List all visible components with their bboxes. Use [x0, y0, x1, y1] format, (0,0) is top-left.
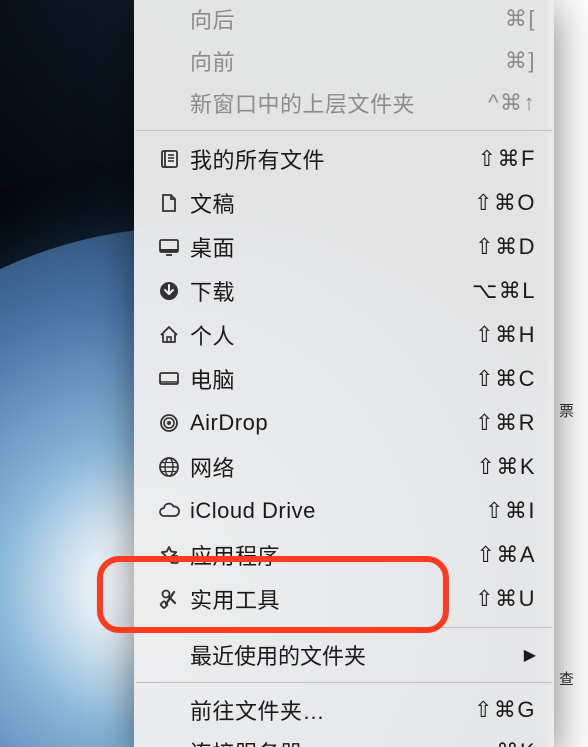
- menu-item-label: 应用程序: [182, 539, 476, 571]
- home-icon: [156, 322, 182, 348]
- menu-all-files[interactable]: 我的所有文件⇧⌘F: [134, 137, 554, 181]
- menu-applications[interactable]: 应用程序⇧⌘A: [134, 533, 554, 577]
- menu-forward: 向前 ⌘]: [134, 40, 554, 82]
- menu-computer[interactable]: 电脑⇧⌘C: [134, 357, 554, 401]
- menu-back: 向后 ⌘[: [134, 0, 554, 40]
- all-files-icon: [156, 146, 182, 172]
- menu-back-shortcut: ⌘[: [505, 6, 536, 32]
- menu-desktop[interactable]: 桌面⇧⌘D: [134, 225, 554, 269]
- menu-item-shortcut: ⌥⌘L: [472, 278, 536, 304]
- menu-forward-shortcut: ⌘]: [505, 48, 536, 74]
- menu-item-label: 下载: [182, 275, 472, 307]
- menu-item-shortcut: ⇧⌘A: [476, 542, 536, 568]
- menu-item-label: 实用工具: [182, 583, 475, 615]
- airdrop-icon: [156, 410, 182, 436]
- applications-icon: [156, 542, 182, 568]
- menu-enclosing-label: 新窗口中的上层文件夹: [182, 87, 488, 119]
- submenu-arrow-icon: ▶: [524, 645, 536, 665]
- menu-connect-to-server[interactable]: 连接服务器 ⌘K: [134, 731, 554, 747]
- menu-item-shortcut: ⇧⌘O: [474, 190, 536, 216]
- menu-enclosing-shortcut: ^⌘↑: [488, 90, 536, 116]
- menu-item-shortcut: ⇧⌘U: [475, 586, 536, 612]
- menu-item-label: 电脑: [182, 363, 475, 395]
- menu-network[interactable]: 网络⇧⌘K: [134, 445, 554, 489]
- menu-item-label: 我的所有文件: [182, 143, 478, 175]
- menu-connect-shortcut: ⌘K: [496, 739, 536, 747]
- menu-item-shortcut: ⇧⌘H: [475, 322, 536, 348]
- menu-divider: [136, 130, 552, 131]
- menu-enclosing-folder: 新窗口中的上层文件夹 ^⌘↑: [134, 82, 554, 124]
- menu-item-label: 个人: [182, 319, 475, 351]
- menu-forward-label: 向前: [182, 45, 505, 77]
- menu-recent-label: 最近使用的文件夹: [156, 639, 524, 671]
- downloads-icon: [156, 278, 182, 304]
- menu-item-shortcut: ⇧⌘F: [478, 146, 536, 172]
- icloud-icon: [156, 498, 182, 524]
- computer-icon: [156, 366, 182, 392]
- menu-item-shortcut: ⇧⌘R: [475, 410, 536, 436]
- menu-home[interactable]: 个人⇧⌘H: [134, 313, 554, 357]
- bg-char-1: 查: [559, 668, 574, 689]
- bg-char-0: 票: [559, 400, 574, 421]
- documents-icon: [156, 190, 182, 216]
- utilities-icon: [156, 586, 182, 612]
- menu-item-shortcut: ⇧⌘I: [485, 498, 536, 524]
- menu-item-label: 文稿: [182, 187, 474, 219]
- article-background: 票 查: [548, 0, 588, 747]
- menu-documents[interactable]: 文稿⇧⌘O: [134, 181, 554, 225]
- menu-item-label: 网络: [182, 451, 476, 483]
- menu-divider: [136, 627, 552, 628]
- menu-recent-folders[interactable]: 最近使用的文件夹 ▶: [134, 634, 554, 676]
- menu-icloud[interactable]: iCloud Drive⇧⌘I: [134, 489, 554, 533]
- menu-item-label: 桌面: [182, 231, 475, 263]
- menu-go-to-folder[interactable]: 前往文件夹… ⇧⌘G: [134, 689, 554, 731]
- desktop-icon: [156, 234, 182, 260]
- menu-airdrop[interactable]: AirDrop⇧⌘R: [134, 401, 554, 445]
- menu-go-to-folder-label: 前往文件夹…: [182, 694, 474, 726]
- menu-back-label: 向后: [182, 3, 505, 35]
- menu-item-shortcut: ⇧⌘K: [476, 454, 536, 480]
- menu-downloads[interactable]: 下载⌥⌘L: [134, 269, 554, 313]
- menu-item-shortcut: ⇧⌘C: [475, 366, 536, 392]
- screenshot-stage: 票 查 向后 ⌘[ 向前 ⌘] 新窗口中的上层文件夹 ^⌘↑ 我的所有文件⇧⌘F…: [0, 0, 588, 747]
- menu-connect-label: 连接服务器: [182, 736, 496, 747]
- menu-item-label: AirDrop: [182, 410, 475, 436]
- network-icon: [156, 454, 182, 480]
- menu-item-shortcut: ⇧⌘D: [475, 234, 536, 260]
- menu-utilities[interactable]: 实用工具⇧⌘U: [134, 577, 554, 621]
- menu-go-to-folder-shortcut: ⇧⌘G: [474, 697, 536, 723]
- menu-item-label: iCloud Drive: [182, 498, 485, 524]
- go-menu: 向后 ⌘[ 向前 ⌘] 新窗口中的上层文件夹 ^⌘↑ 我的所有文件⇧⌘F文稿⇧⌘…: [134, 0, 554, 747]
- menu-divider: [136, 682, 552, 683]
